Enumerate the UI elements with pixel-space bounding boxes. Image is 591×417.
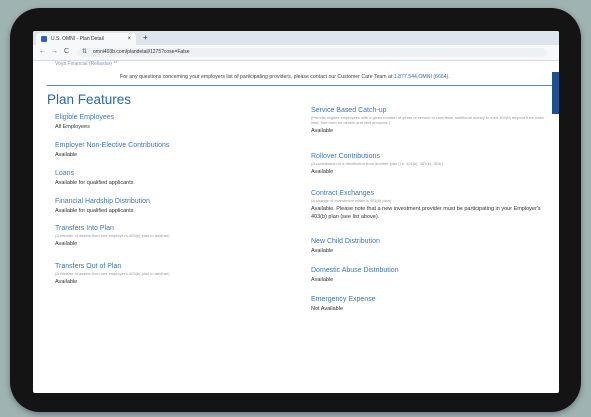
feature-rollover-contributions: Rollover Contributions (A contribution o… [311, 153, 551, 177]
tab-title: U.S. OMNI - Plan Detail [51, 36, 104, 42]
tablet-frame: U.S. OMNI - Plan Detail × + ← → C ⇅ omni… [10, 8, 581, 412]
feature-new-child-distribution: New Child Distribution Available [311, 238, 551, 256]
side-panel-tab[interactable] [552, 72, 559, 114]
feature-name: Rollover Contributions [311, 153, 380, 160]
feature-value: Available [311, 128, 334, 134]
feature-value: Available [55, 241, 78, 247]
new-tab-icon[interactable]: + [143, 32, 148, 44]
feature-contract-exchanges: Contract Exchanges (A change of investme… [311, 190, 551, 221]
customer-care-phone-link[interactable]: 1.877.544.OMNI (6664) [394, 74, 449, 80]
url-text: omni403b.com/plandetail/1275?cose=False [93, 49, 190, 55]
feature-value: Available [311, 248, 334, 254]
tablet-screen: U.S. OMNI - Plan Detail × + ← → C ⇅ omni… [33, 31, 559, 393]
feature-value: Available [311, 277, 334, 283]
feature-value: Available [55, 279, 78, 285]
feature-description: (A contribution of a distribution from a… [311, 161, 443, 166]
feature-value: Available for qualified applicants [55, 208, 134, 214]
feature-transfers-into-plan: Transfers Into Plan (A transfer of asset… [55, 225, 295, 249]
url-field[interactable]: ⇅ omni403b.com/plandetail/1275?cose=Fals… [77, 48, 547, 57]
site-settings-icon[interactable]: ⇅ [82, 48, 87, 57]
page-content: Voya Financial (Reliastar) ** For any qu… [33, 61, 559, 393]
feature-loans: Loans Available for qualified applicants [55, 170, 295, 188]
feature-value: Available. Please note that a new invest… [311, 206, 541, 220]
reload-icon[interactable]: C [64, 48, 69, 56]
provider-item: Voya Financial (Reliastar) ** [55, 61, 118, 67]
feature-value: All Employees [55, 124, 90, 130]
feature-value: Available for qualified applicants [55, 180, 134, 186]
feature-emergency-expense: Emergency Expense Not Available [311, 296, 551, 314]
feature-name: Transfers Into Plan [55, 225, 114, 232]
feature-name: Domestic Abuse Distribution [311, 267, 399, 274]
page-title: Plan Features [47, 92, 132, 107]
feature-description: (A transfer of assets from one employer'… [55, 271, 170, 276]
feature-description: (A transfer of assets from one employer'… [55, 233, 170, 238]
feature-value: Available [55, 152, 78, 158]
feature-name: New Child Distribution [311, 238, 380, 245]
feature-value: Not Available [311, 306, 344, 312]
feature-transfers-out-of-plan: Transfers Out of Plan (A transfer of ass… [55, 263, 295, 287]
feature-service-based-catch-up: Service Based Catch-up (Permits eligible… [311, 107, 551, 136]
feature-name: Contract Exchanges [311, 190, 375, 197]
section-divider [47, 85, 552, 86]
tab-close-icon[interactable]: × [127, 33, 131, 45]
feature-name: Financial Hardship Distribution [55, 198, 150, 205]
notice-end: . [448, 74, 450, 80]
notice-text: For any questions concerning your employ… [120, 74, 394, 80]
feature-description: (A change of investment within a 403(b) … [311, 198, 392, 203]
browser-tab-bar: U.S. OMNI - Plan Detail × + [33, 31, 559, 45]
feature-value: Available [311, 169, 334, 175]
feature-domestic-abuse-distribution: Domestic Abuse Distribution Available [311, 267, 551, 285]
feature-financial-hardship: Financial Hardship Distribution Availabl… [55, 198, 295, 216]
site-favicon-icon [41, 36, 47, 42]
browser-tab[interactable]: U.S. OMNI - Plan Detail × [36, 33, 136, 45]
feature-name: Service Based Catch-up [311, 107, 387, 114]
feature-name: Transfers Out of Plan [55, 263, 122, 270]
customer-care-notice: For any questions concerning your employ… [120, 74, 450, 80]
feature-description: (Permits eligible employees with a given… [311, 115, 544, 125]
address-bar: ← → C ⇅ omni403b.com/plandetail/1275?cos… [33, 45, 559, 61]
forward-arrow-icon[interactable]: → [51, 48, 58, 56]
feature-name: Loans [55, 170, 75, 177]
feature-name: Emergency Expense [311, 296, 376, 303]
feature-name: Employer Non-Elective Contributions [55, 142, 170, 149]
back-arrow-icon[interactable]: ← [39, 48, 46, 56]
feature-name: Eligible Employees [55, 114, 115, 121]
feature-employer-non-elective: Employer Non-Elective Contributions Avai… [55, 142, 295, 160]
feature-eligible-employees: Eligible Employees All Employees [55, 114, 295, 132]
